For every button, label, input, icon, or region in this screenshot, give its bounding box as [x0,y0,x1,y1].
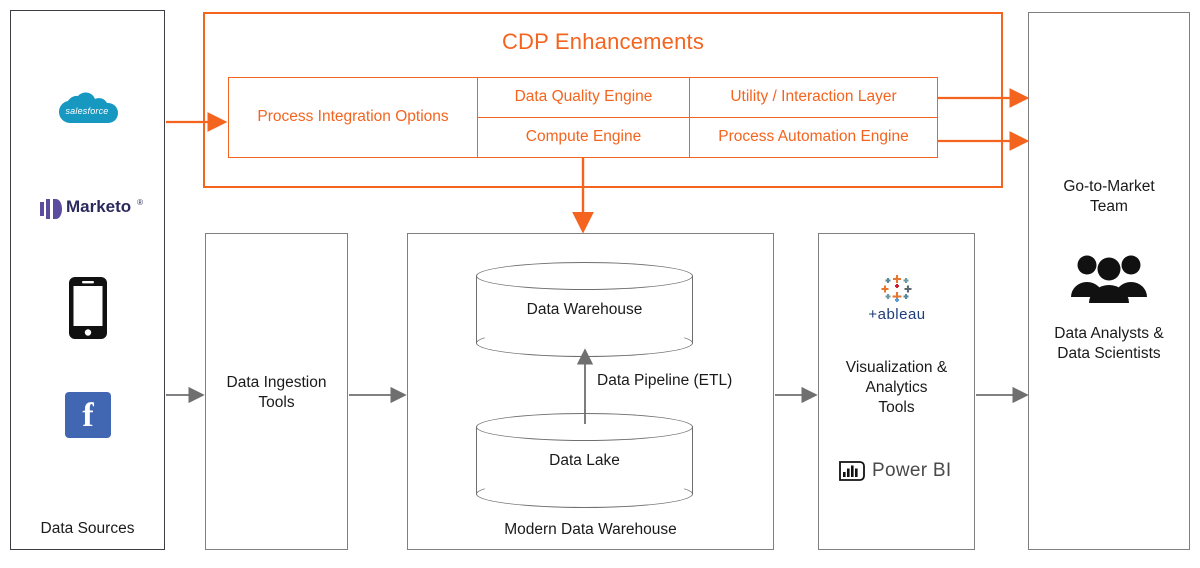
viz-line-1: Visualization & [845,359,948,376]
power-bi-bars-icon [839,461,865,481]
viz-line-2: Analytics [865,379,928,397]
facebook-logo: f [65,392,111,438]
cell-process-automation-engine[interactable]: Process Automation Engine [689,117,938,158]
cylinder-bottom [476,329,693,357]
go-to-market-team-label: Go-to-Market Team [1028,177,1190,217]
cylinder-top [476,413,693,441]
consumer-line-3: Data Analysts & [1054,325,1164,342]
facebook-f-glyph: f [82,396,94,434]
data-warehouse-cylinder: Data Warehouse [476,262,693,357]
marketo-bars-icon [40,199,62,219]
data-warehouse-label: Data Warehouse [526,300,643,318]
marketo-trademark: ® [137,198,143,207]
data-sources-label: Data Sources [40,520,135,537]
cylinder-top [476,262,693,290]
modern-data-warehouse-caption: Modern Data Warehouse [504,521,677,538]
cell-data-quality-engine[interactable]: Data Quality Engine [477,77,690,118]
data-lake-label: Data Lake [549,451,620,469]
ingestion-line-1: Data Ingestion [226,374,327,391]
marketo-logo: Marketo ® [40,197,143,220]
consumer-line-2: Team [1090,198,1128,216]
data-lake-cylinder: Data Lake [476,413,693,508]
cell-process-integration-options[interactable]: Process Integration Options [228,77,478,158]
salesforce-wordmark: salesforce [65,106,109,116]
consumer-line-1: Go-to-Market [1063,178,1155,195]
salesforce-logo: salesforce [52,88,122,134]
people-group-icon [1069,252,1149,304]
tableau-wordmark: +ableau [868,306,926,323]
architecture-diagram: salesforce Marketo ® f Data Sources CDP … [0,0,1200,568]
data-ingestion-tools-label: Data Ingestion Tools [205,373,348,413]
tableau-logo: +ableau [852,272,942,324]
ingestion-line-2: Tools [258,394,295,412]
consumer-line-4: Data Scientists [1057,345,1161,363]
data-analysts-scientists-label: Data Analysts & Data Scientists [1028,324,1190,364]
cell-utility-interaction-layer[interactable]: Utility / Interaction Layer [689,77,938,118]
power-bi-logo: Power BI [838,458,968,484]
tableau-sparkle-icon [881,275,912,302]
cdp-enhancements-title: CDP Enhancements [501,29,705,54]
power-bi-wordmark: Power BI [872,460,952,481]
cell-compute-engine[interactable]: Compute Engine [477,117,690,158]
marketo-wordmark: Marketo [66,197,132,216]
visualization-analytics-label: Visualization & Analytics Tools [818,358,975,418]
viz-line-3: Tools [878,399,915,417]
cylinder-bottom [476,480,693,508]
data-pipeline-etl-label: Data Pipeline (ETL) [597,372,733,389]
mobile-phone-icon [66,277,110,339]
